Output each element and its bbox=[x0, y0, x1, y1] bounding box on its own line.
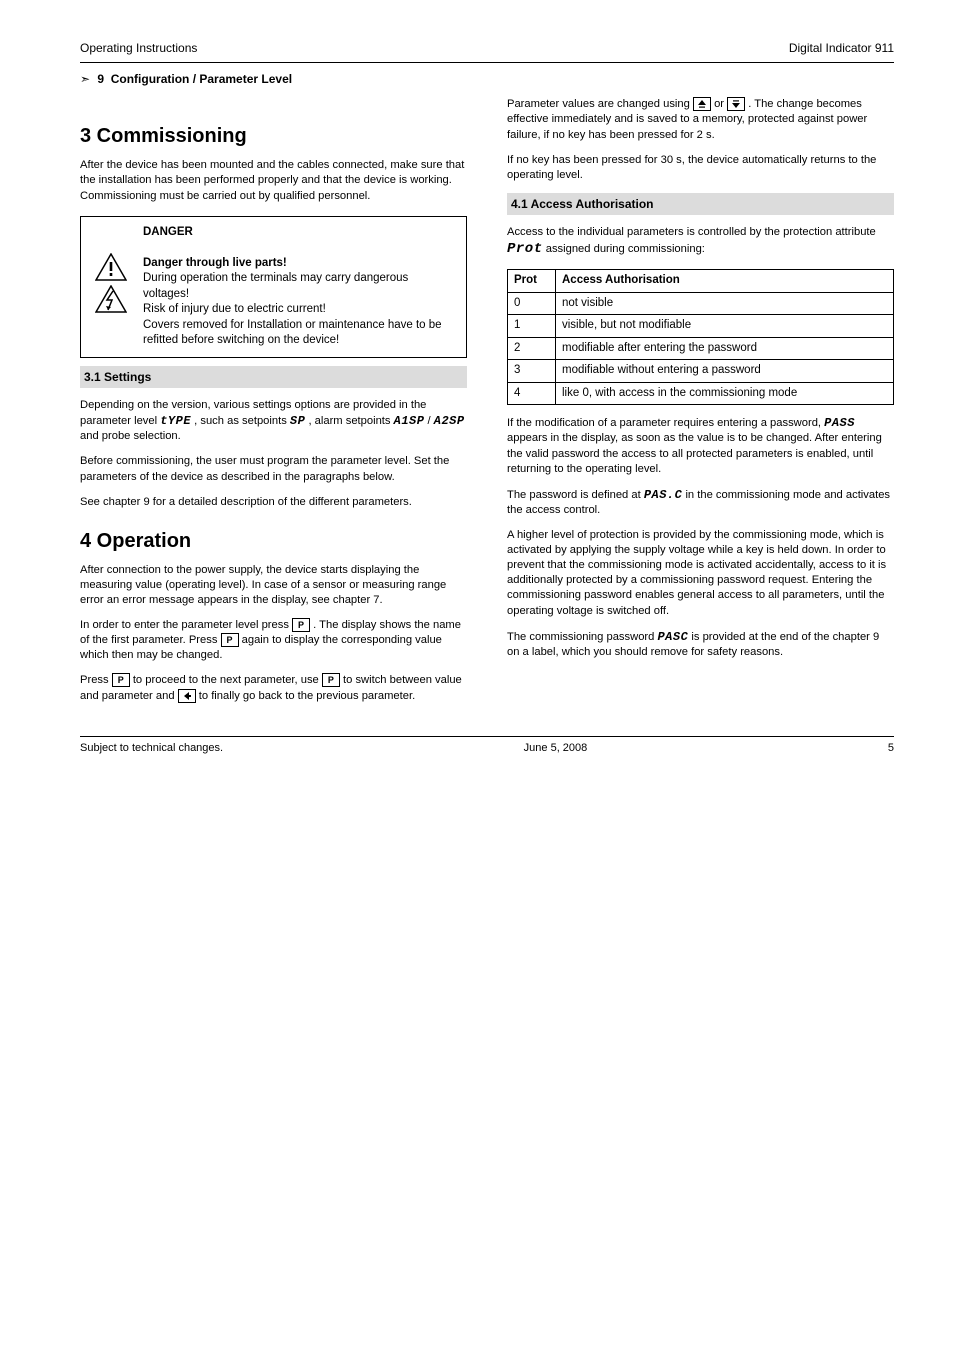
seg-a1sp: A1SP bbox=[394, 414, 425, 428]
header-left: Operating Instructions bbox=[80, 40, 197, 56]
p-pass: If the modification of a parameter requi… bbox=[507, 415, 894, 477]
p-key-icon: P bbox=[221, 633, 239, 647]
footer-left: Subject to technical changes. bbox=[80, 741, 223, 756]
crossref-arrow: ➣ bbox=[80, 71, 94, 87]
left-column: 3 Commissioning After the device has bee… bbox=[80, 97, 467, 713]
header-right: Digital Indicator 911 bbox=[789, 40, 894, 56]
h-commissioning: 3 Commissioning bbox=[80, 123, 467, 150]
up-key-icon bbox=[693, 97, 711, 111]
h-access: 4.1 Access Authorisation bbox=[507, 193, 894, 215]
crossref: ➣ 9 Configuration / Parameter Level bbox=[80, 71, 894, 87]
h-operation: 4 Operation bbox=[80, 528, 467, 555]
seg-type: tYPE bbox=[160, 414, 191, 428]
seg-pasc: PAS.C bbox=[644, 488, 683, 502]
p-comm-mode: A higher level of protection is provided… bbox=[507, 528, 894, 619]
table-row: 1visible, but not modifiable bbox=[508, 315, 894, 338]
seg-sp: SP bbox=[290, 414, 305, 428]
table-row: 0not visible bbox=[508, 292, 894, 315]
crossref-num: 9 bbox=[97, 72, 104, 86]
page-header: Operating Instructions Digital Indicator… bbox=[80, 40, 894, 56]
down-key-icon bbox=[727, 97, 745, 111]
p-timeout: If no key has been pressed for 30 s, the… bbox=[507, 153, 894, 183]
danger-l4: Covers removed for Installation or maint… bbox=[143, 319, 442, 347]
page-footer: Subject to technical changes. June 5, 20… bbox=[80, 736, 894, 756]
crossref-title: Configuration / Parameter Level bbox=[111, 72, 292, 86]
p-op1: After connection to the power supply, th… bbox=[80, 563, 467, 608]
warning-icon bbox=[95, 253, 127, 281]
danger-text: DANGER Danger through live parts! During… bbox=[135, 225, 456, 349]
p-access-intro: Access to the individual parameters is c… bbox=[507, 225, 894, 259]
right-column: Parameter values are changed using or . … bbox=[507, 97, 894, 713]
footer-right: 5 bbox=[888, 741, 894, 756]
p-change: Parameter values are changed using or . … bbox=[507, 97, 894, 142]
danger-l3: Risk of injury due to electric current! bbox=[143, 303, 326, 315]
p-pasc-def: The password is defined at PAS.C in the … bbox=[507, 487, 894, 518]
table-row: 3modifiable without entering a password bbox=[508, 360, 894, 383]
th-prot: Prot bbox=[508, 270, 556, 293]
th-access: Access Authorisation bbox=[556, 270, 894, 293]
table-row: 4like 0, with access in the commissionin… bbox=[508, 382, 894, 405]
p-op3: Press P to proceed to the next parameter… bbox=[80, 673, 467, 703]
p-settings: Depending on the version, various settin… bbox=[80, 398, 467, 444]
danger-title: DANGER bbox=[143, 226, 193, 238]
header-rule bbox=[80, 62, 894, 63]
p-key-icon: P bbox=[322, 673, 340, 687]
danger-l2: During operation the terminals may carry… bbox=[143, 272, 408, 300]
danger-box: DANGER Danger through live parts! During… bbox=[80, 216, 467, 358]
p-see-ch9: See chapter 9 for a detailed description… bbox=[80, 495, 467, 510]
p-op2: In order to enter the parameter level pr… bbox=[80, 618, 467, 663]
seg-a2sp: A2SP bbox=[434, 414, 465, 428]
seg-pasc2: PASC bbox=[657, 630, 688, 644]
seg-pass: PASS bbox=[824, 416, 855, 430]
prot-table: Prot Access Authorisation 0not visible 1… bbox=[507, 269, 894, 405]
p-before-comm: Before commissioning, the user must prog… bbox=[80, 454, 467, 484]
left-key-icon bbox=[178, 689, 196, 703]
seg-prot: Prot bbox=[507, 241, 543, 257]
p-pasc-label: The commissioning password PASC is provi… bbox=[507, 629, 894, 660]
footer-mid: June 5, 2008 bbox=[524, 741, 588, 756]
p-key-icon: P bbox=[112, 673, 130, 687]
table-row: 2modifiable after entering the password bbox=[508, 337, 894, 360]
shock-icon bbox=[95, 285, 127, 313]
h-settings: 3.1 Settings bbox=[80, 366, 467, 388]
danger-icons bbox=[87, 225, 135, 349]
danger-l1: Danger through live parts! bbox=[143, 257, 287, 269]
p-key-icon: P bbox=[292, 618, 310, 632]
p-comm-intro: After the device has been mounted and th… bbox=[80, 158, 467, 203]
